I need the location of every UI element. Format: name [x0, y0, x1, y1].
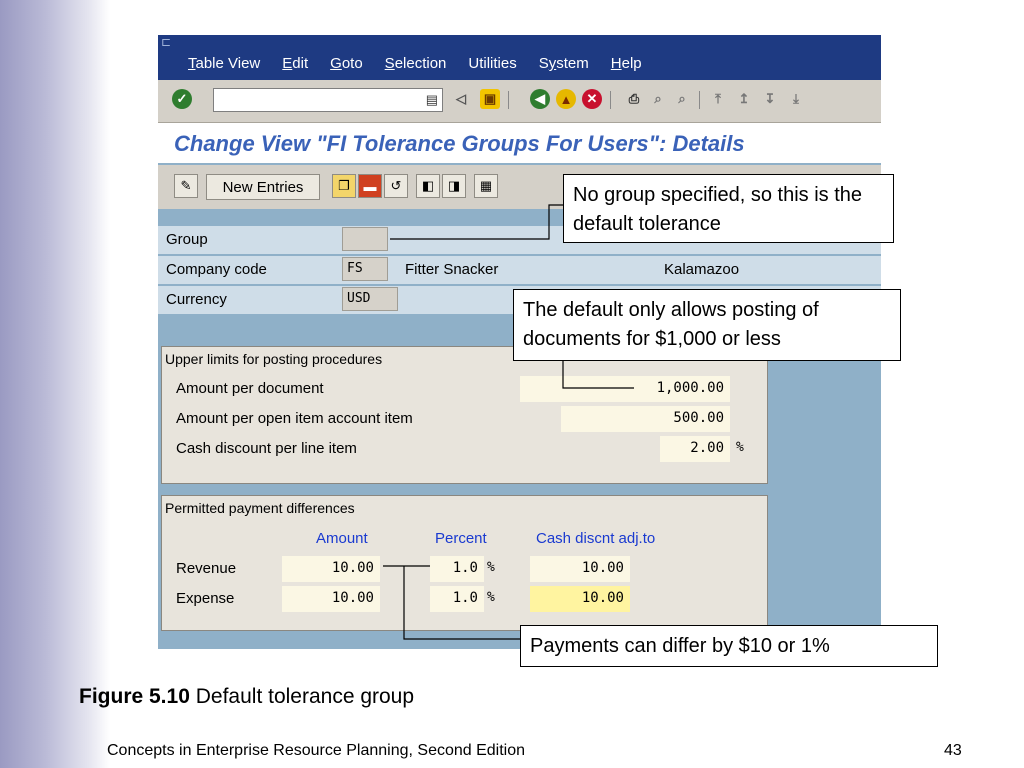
group-label: Group — [166, 231, 208, 248]
payment-differences-title: Permitted payment differences — [165, 500, 355, 516]
footer-page-number: 43 — [944, 742, 962, 759]
payment-differences-group-box: Permitted payment differences Amount Per… — [161, 495, 768, 631]
group-input[interactable] — [342, 227, 388, 251]
amount-per-open-item-field[interactable]: 500.00 — [561, 406, 730, 432]
menu-system[interactable]: System — [539, 55, 589, 72]
menu-utilities[interactable]: Utilities — [468, 55, 516, 72]
amount-per-document-label: Amount per document — [176, 380, 324, 397]
exit-icon[interactable]: ▲ — [556, 89, 576, 109]
company-city: Kalamazoo — [664, 261, 740, 278]
command-field[interactable]: ▤ — [213, 88, 443, 112]
company-name: Fitter Snacker — [405, 261, 499, 278]
cash-discount-label: Cash discount per line item — [176, 440, 357, 457]
expense-label: Expense — [176, 590, 235, 607]
figure-number: Figure 5.10 — [79, 685, 190, 708]
expense-percent-field[interactable]: 1.0 — [430, 586, 484, 612]
find-next-icon[interactable]: ⌕ — [672, 89, 692, 109]
new-entries-button[interactable]: New Entries — [206, 174, 320, 200]
company-code-input[interactable]: FS — [342, 257, 388, 281]
company-code-label: Company code — [166, 261, 267, 278]
menu-bar: ⊏ Table View Edit Goto Selection Utiliti… — [158, 35, 881, 80]
menu-edit[interactable]: Edit — [282, 55, 308, 72]
standard-toolbar: ✓ ▤ ◁ ▣ ◀ ▲ ✕ ⎙ ⌕ ⌕ ⤒ ↥ ↧ ⤓ — [158, 80, 881, 123]
revenue-label: Revenue — [176, 560, 237, 577]
amount-per-document-field[interactable]: 1,000.00 — [520, 376, 730, 402]
screen-title-bar: Change View "FI Tolerance Groups For Use… — [158, 123, 881, 163]
window-menu-icon[interactable]: ⊏ — [161, 36, 175, 48]
cash-discount-field[interactable]: 2.00 — [660, 436, 730, 462]
previous-entry-icon[interactable]: ◧ — [416, 174, 440, 198]
callout-no-group: No group specified, so this is the defau… — [563, 174, 894, 243]
revenue-cash-discount-field[interactable]: 10.00 — [530, 556, 630, 582]
toolbar-separator — [699, 91, 700, 109]
figure-caption-text: Default tolerance group — [195, 685, 415, 708]
footer-book-title: Concepts in Enterprise Resource Planning… — [107, 742, 526, 759]
revenue-percent-sign: % — [487, 560, 495, 575]
back-icon[interactable]: ◀ — [530, 89, 550, 109]
command-history-icon[interactable]: ▤ — [426, 92, 438, 108]
revenue-percent-field[interactable]: 1.0 — [430, 556, 484, 582]
back-arrow-icon[interactable]: ◁ — [451, 89, 471, 109]
currency-label: Currency — [166, 291, 227, 308]
callout-default-only: The default only allows posting of docum… — [513, 289, 901, 361]
upper-limits-group-box: Upper limits for posting procedures Amou… — [161, 346, 768, 484]
expense-cash-discount-field[interactable]: 10.00 — [530, 586, 630, 612]
menu-selection[interactable]: Selection — [385, 55, 447, 72]
callout-payments: Payments can differ by $10 or 1% — [520, 625, 938, 667]
amount-column-header: Amount — [316, 530, 368, 547]
enter-check-icon[interactable]: ✓ — [172, 89, 192, 109]
copy-icon[interactable]: ❐ — [332, 174, 356, 198]
previous-page-icon[interactable]: ↥ — [734, 89, 754, 109]
expense-amount-field[interactable]: 10.00 — [282, 586, 380, 612]
next-entry-icon[interactable]: ◨ — [442, 174, 466, 198]
company-code-row: Company code FS Fitter Snacker Kalamazoo — [158, 256, 881, 284]
menu-help[interactable]: Help — [611, 55, 642, 72]
menu-goto[interactable]: Goto — [330, 55, 363, 72]
revenue-amount-field[interactable]: 10.00 — [282, 556, 380, 582]
amount-per-open-item-label: Amount per open item account item — [176, 410, 413, 427]
undo-change-icon[interactable]: ↺ — [384, 174, 408, 198]
currency-input[interactable]: USD — [342, 287, 398, 311]
toolbar-separator — [610, 91, 611, 109]
toolbar-separator — [508, 91, 509, 109]
cancel-icon[interactable]: ✕ — [582, 89, 602, 109]
next-page-icon[interactable]: ↧ — [760, 89, 780, 109]
cash-discount-column-header: Cash discnt adj.to — [536, 530, 656, 547]
find-icon[interactable]: ⌕ — [648, 89, 668, 109]
figure-caption: Figure 5.10 Default tolerance group — [79, 685, 414, 709]
menu-table-view[interactable]: Table View — [188, 55, 260, 72]
last-page-icon[interactable]: ⤓ — [786, 89, 806, 109]
cash-discount-percent-sign: % — [736, 440, 744, 455]
select-block-icon[interactable]: ▦ — [474, 174, 498, 198]
slide-left-gradient — [0, 0, 110, 768]
upper-limits-title: Upper limits for posting procedures — [165, 351, 383, 367]
delete-icon[interactable]: ▬ — [358, 174, 382, 198]
percent-column-header: Percent — [435, 530, 487, 547]
screen-title: Change View "FI Tolerance Groups For Use… — [174, 131, 745, 156]
print-icon[interactable]: ⎙ — [624, 89, 644, 109]
display-change-icon[interactable]: ✎ — [174, 174, 198, 198]
save-icon[interactable]: ▣ — [480, 89, 500, 109]
expense-percent-sign: % — [487, 590, 495, 605]
first-page-icon[interactable]: ⤒ — [708, 89, 728, 109]
